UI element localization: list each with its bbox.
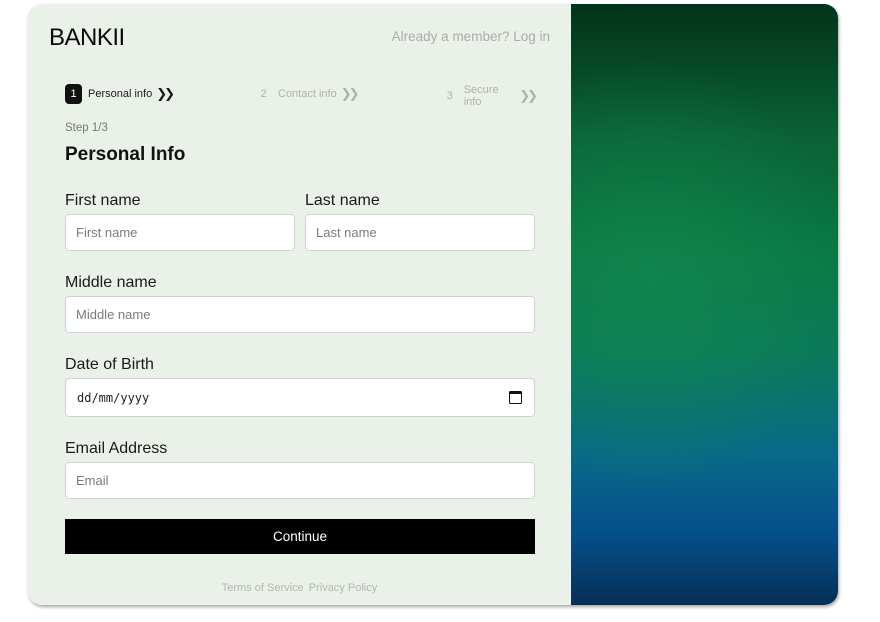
step-personal-info[interactable]: 1 Personal info ❯❯	[65, 84, 175, 104]
step-number: 3	[446, 90, 453, 102]
form-panel: BANKII Already a member? Log in 1 Person…	[28, 4, 571, 605]
step-label: Secure info	[463, 84, 499, 108]
step-number: 2	[260, 88, 267, 100]
dob-placeholder: dd/mm/yyyy	[77, 390, 150, 405]
double-chevron-right-icon: ❯❯	[340, 86, 360, 101]
last-name-input[interactable]	[305, 214, 535, 251]
email-label: Email Address	[65, 440, 168, 457]
first-name-input[interactable]	[65, 214, 295, 251]
step-contact-info[interactable]: 2 Contact info ❯❯	[255, 84, 360, 104]
double-chevron-right-icon: ❯❯	[519, 88, 538, 103]
step-label: Personal info	[88, 88, 153, 100]
continue-button[interactable]: Continue	[65, 519, 535, 554]
middle-name-input[interactable]	[65, 296, 535, 333]
privacy-policy-link[interactable]: Privacy Policy	[309, 582, 377, 594]
dob-label: Date of Birth	[65, 356, 154, 373]
brand-logo: BANKII	[49, 24, 125, 51]
stepper: 1 Personal info ❯❯ 2 Contact info ❯❯ 3 S…	[65, 84, 538, 108]
terms-of-service-link[interactable]: Terms of Service	[222, 582, 304, 594]
email-input[interactable]	[65, 462, 535, 499]
calendar-icon[interactable]	[509, 391, 522, 404]
step-secure-info[interactable]: 3 Secure info ❯❯	[442, 84, 538, 108]
signup-card: BANKII Already a member? Log in 1 Person…	[28, 4, 838, 605]
first-name-label: First name	[65, 192, 141, 209]
dob-input[interactable]: dd/mm/yyyy	[65, 378, 535, 417]
login-link[interactable]: Already a member? Log in	[392, 29, 550, 44]
step-label: Contact info	[278, 88, 337, 100]
last-name-label: Last name	[305, 192, 380, 209]
gradient-image-panel	[571, 4, 838, 605]
form-title: Personal Info	[65, 144, 186, 165]
step-number: 1	[65, 84, 82, 104]
step-indicator: Step 1/3	[65, 122, 108, 134]
double-chevron-right-icon: ❯❯	[156, 86, 175, 101]
middle-name-label: Middle name	[65, 274, 157, 291]
footer-links: Terms of Service Privacy Policy	[28, 582, 571, 594]
